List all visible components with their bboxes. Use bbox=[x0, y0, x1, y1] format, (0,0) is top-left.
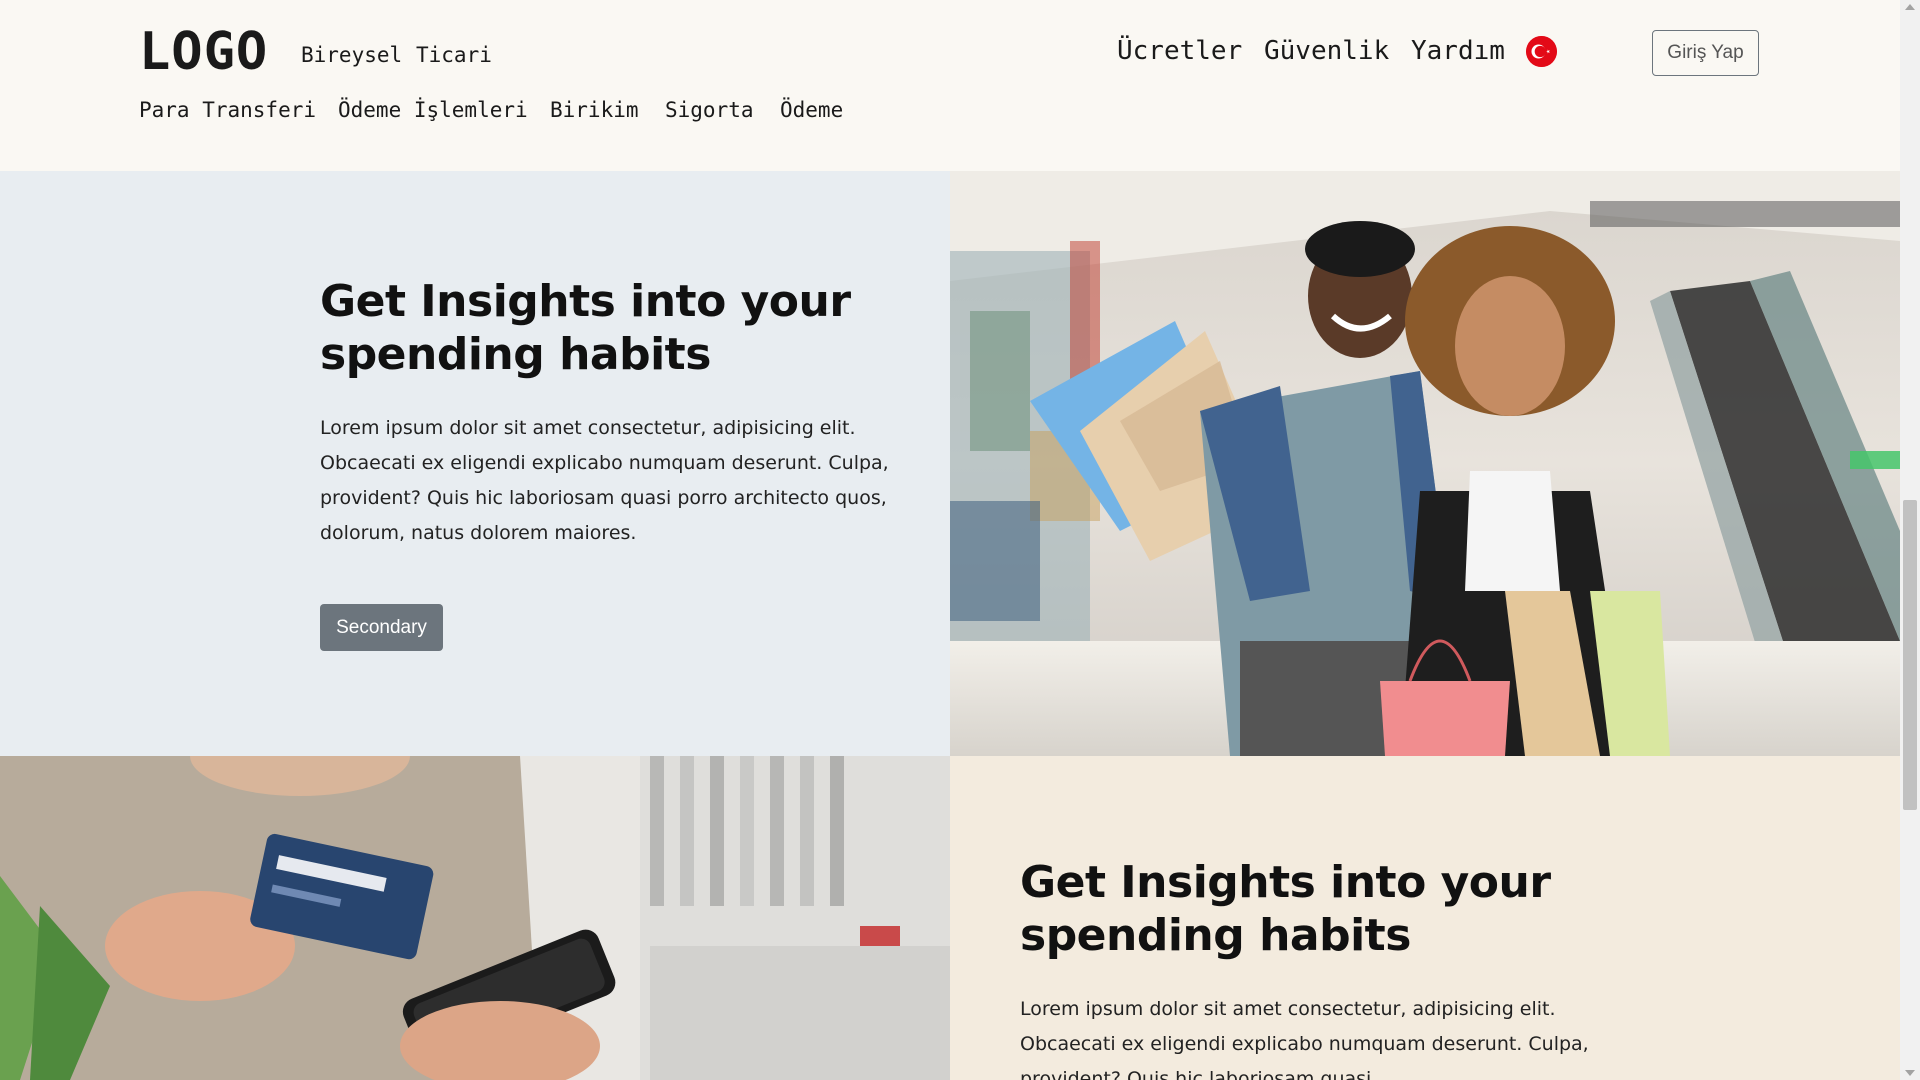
login-button[interactable]: Giriş Yap bbox=[1652, 30, 1759, 76]
scrollbar-thumb[interactable] bbox=[1903, 500, 1917, 810]
subnav-link-birikim[interactable]: Birikim bbox=[550, 98, 639, 122]
feature-section-2: Get Insights into your spending habits L… bbox=[950, 756, 1900, 1080]
shopping-couple-photo bbox=[950, 171, 1900, 756]
feature-section-1: Get Insights into your spending habits L… bbox=[0, 171, 950, 756]
scroll-up-icon[interactable] bbox=[1905, 4, 1915, 10]
section-title: Get Insights into your spending habits bbox=[320, 276, 851, 380]
section-body: Lorem ipsum dolor sit amet consectetur, … bbox=[1020, 998, 1589, 1080]
subnav-link-odeme[interactable]: Ödeme bbox=[780, 98, 843, 122]
page-scrollbar[interactable] bbox=[1900, 0, 1920, 1080]
scroll-down-icon[interactable] bbox=[1905, 1070, 1915, 1076]
secondary-button[interactable]: Secondary bbox=[320, 604, 443, 651]
turkey-flag-icon[interactable] bbox=[1526, 36, 1557, 67]
section-title: Get Insights into your spending habits bbox=[1020, 857, 1551, 961]
subnav-link-para-transferi[interactable]: Para Transferi bbox=[139, 98, 316, 122]
subnav-link-sigorta[interactable]: Sigorta bbox=[665, 98, 754, 122]
nav-link-yardim[interactable]: Yardım bbox=[1411, 36, 1505, 66]
section-body: Lorem ipsum dolor sit amet consectetur, … bbox=[320, 417, 889, 544]
segment-bireysel[interactable]: Bireysel bbox=[301, 43, 402, 67]
subnav-link-odeme-islemleri[interactable]: Ödeme İşlemleri bbox=[338, 98, 528, 122]
site-header: LOGO Bireysel Ticari Ücretler Güvenlik Y… bbox=[0, 0, 1900, 171]
nav-link-guvenlik[interactable]: Güvenlik bbox=[1264, 36, 1389, 66]
nav-link-ucretler[interactable]: Ücretler bbox=[1117, 36, 1242, 66]
segment-ticari[interactable]: Ticari bbox=[416, 43, 492, 67]
card-payment-photo bbox=[0, 756, 950, 1080]
logo[interactable]: LOGO bbox=[139, 26, 268, 78]
